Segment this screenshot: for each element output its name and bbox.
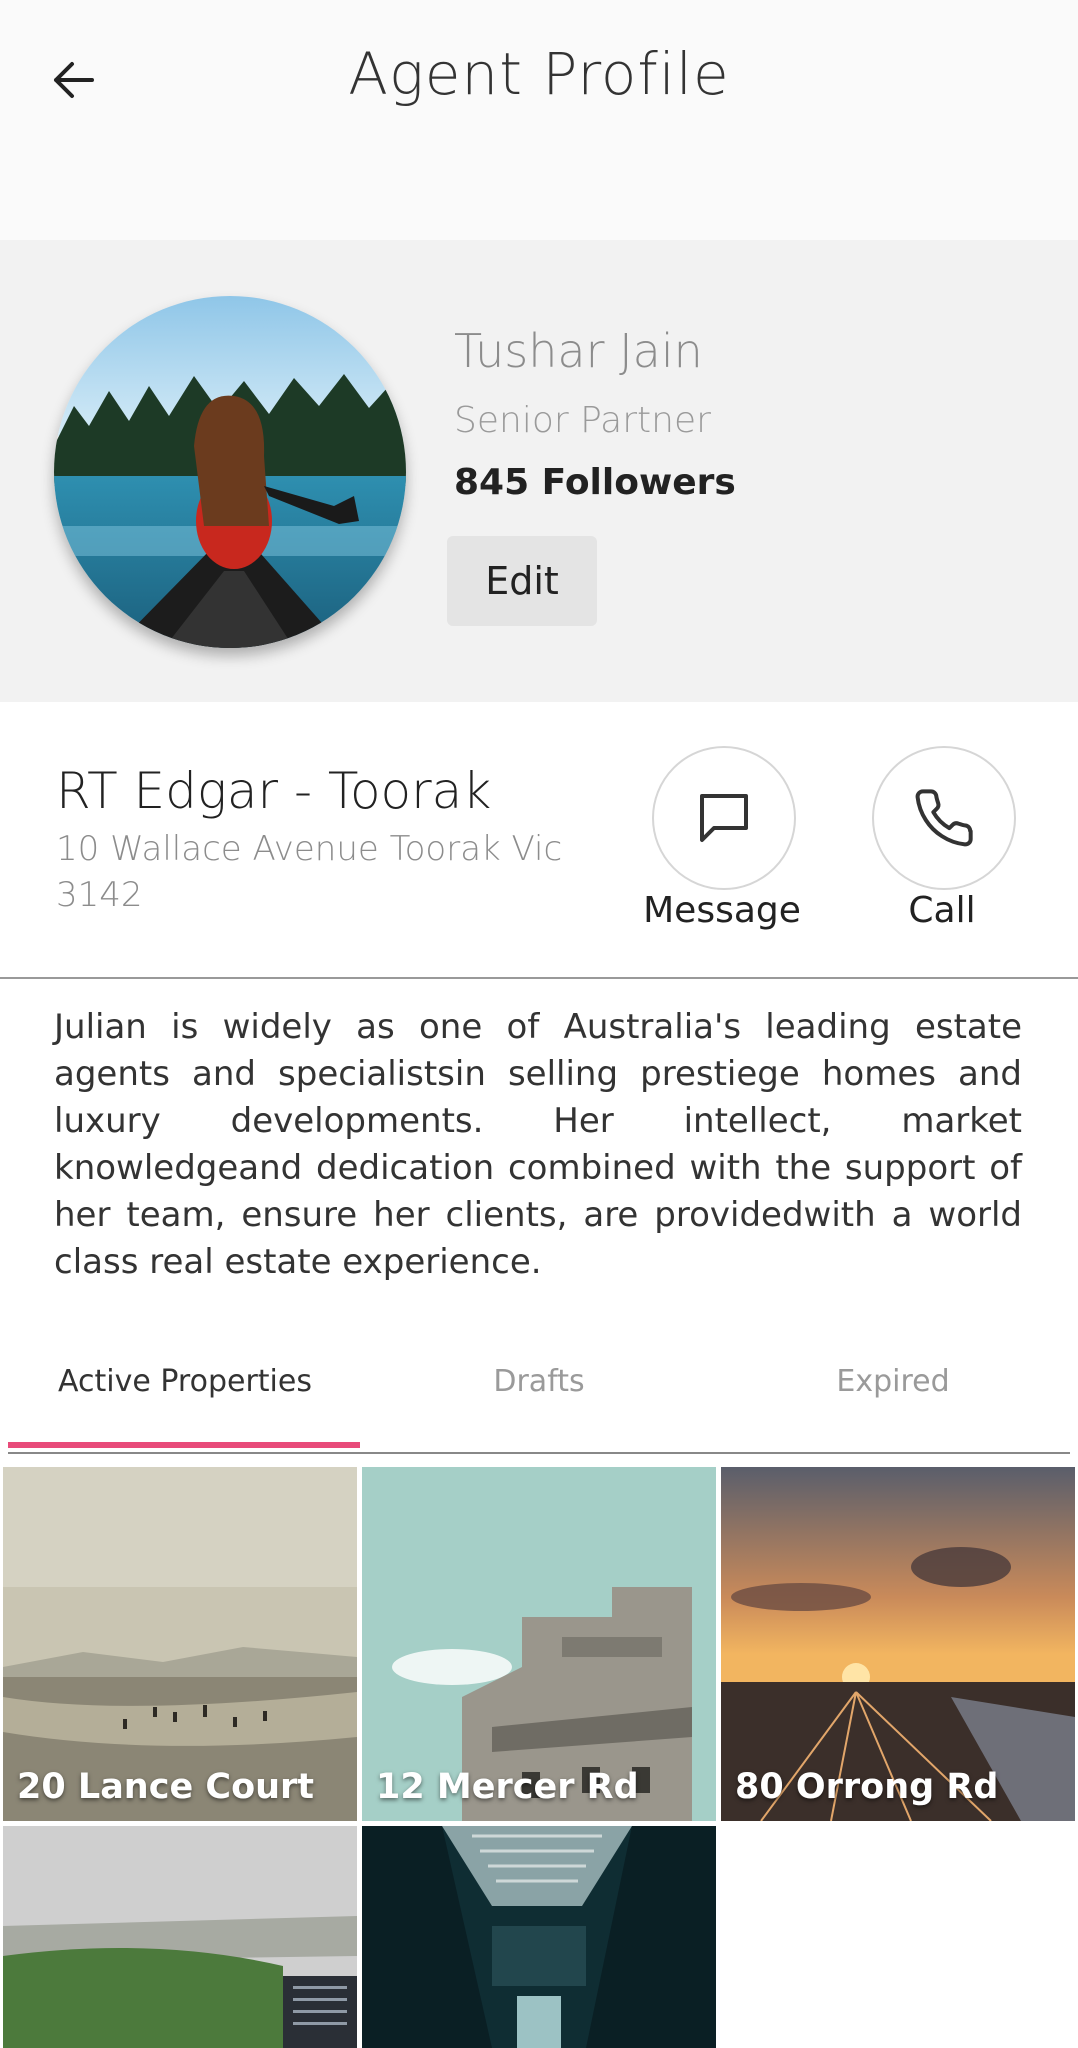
office-address: 10 Wallace Avenue Toorak Vic 3142 bbox=[56, 829, 563, 915]
tab-divider bbox=[8, 1452, 1070, 1454]
property-tile[interactable]: 80 Orrong Rd bbox=[721, 1467, 1075, 1821]
office-name: RT Edgar - Toorak bbox=[56, 762, 492, 820]
property-label: 12 Mercer Rd bbox=[376, 1767, 639, 1807]
page-title: Agent Profile bbox=[348, 40, 730, 108]
property-label: 80 Orrong Rd bbox=[735, 1767, 999, 1807]
message-button[interactable] bbox=[652, 746, 796, 890]
property-tile[interactable] bbox=[3, 1826, 357, 2048]
agent-bio: Julian is widely as one of Australia's l… bbox=[54, 1007, 1022, 1282]
call-button[interactable] bbox=[872, 746, 1016, 890]
property-label: 20 Lance Court bbox=[17, 1767, 315, 1807]
phone-icon bbox=[915, 789, 973, 847]
edit-button[interactable]: Edit bbox=[447, 536, 597, 626]
property-tile[interactable] bbox=[362, 1826, 716, 2048]
call-label[interactable]: Call bbox=[842, 890, 1042, 931]
app-header: Agent Profile bbox=[0, 0, 1078, 240]
divider bbox=[0, 977, 1078, 979]
followers-count: 845 Followers bbox=[454, 462, 736, 503]
tab-active-properties[interactable]: Active Properties bbox=[10, 1364, 360, 1399]
message-label[interactable]: Message bbox=[622, 890, 822, 931]
chat-bubble-icon bbox=[700, 794, 748, 842]
property-tile[interactable]: 20 Lance Court bbox=[3, 1467, 357, 1821]
avatar bbox=[54, 296, 406, 648]
active-tab-indicator bbox=[8, 1442, 360, 1448]
tab-expired[interactable]: Expired bbox=[718, 1364, 1068, 1399]
property-tile[interactable]: 12 Mercer Rd bbox=[362, 1467, 716, 1821]
tab-drafts[interactable]: Drafts bbox=[364, 1364, 714, 1399]
profile-card: Tushar Jain Senior Partner 845 Followers… bbox=[0, 240, 1078, 702]
agent-name: Tushar Jain bbox=[454, 324, 703, 378]
agent-role: Senior Partner bbox=[454, 400, 711, 441]
